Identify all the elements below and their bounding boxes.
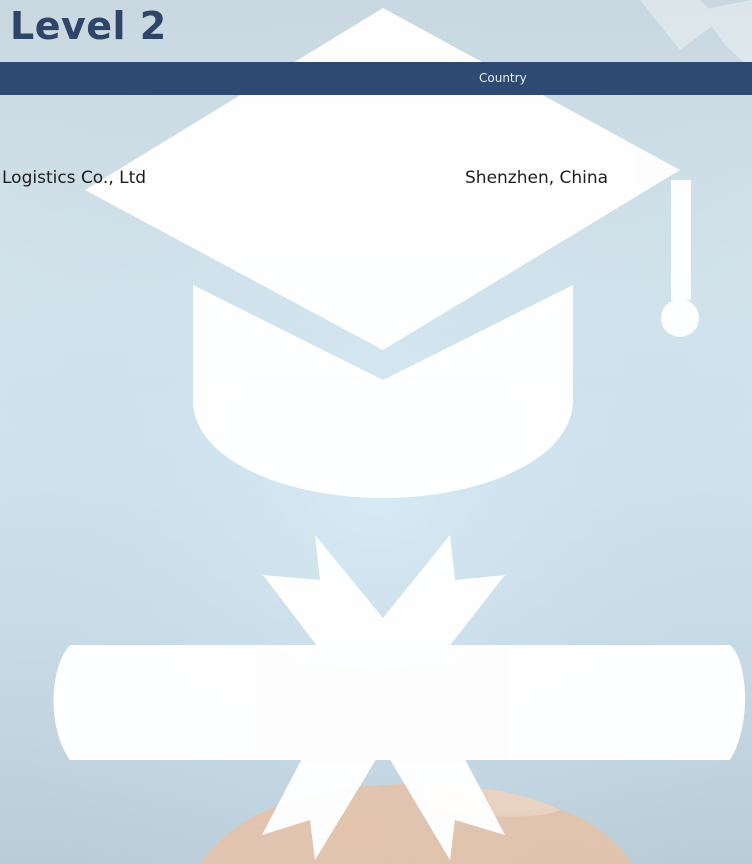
table-header: Country xyxy=(0,62,752,95)
page-title: Level 2 xyxy=(10,4,167,48)
column-header-country: Country xyxy=(479,71,527,85)
cell-company: Logistics Co., Ltd xyxy=(2,168,147,188)
table-row: Logistics Co., Ltd Shenzhen, China xyxy=(0,160,752,196)
background-artwork xyxy=(0,0,752,864)
cell-country: Shenzhen, China xyxy=(465,168,609,188)
